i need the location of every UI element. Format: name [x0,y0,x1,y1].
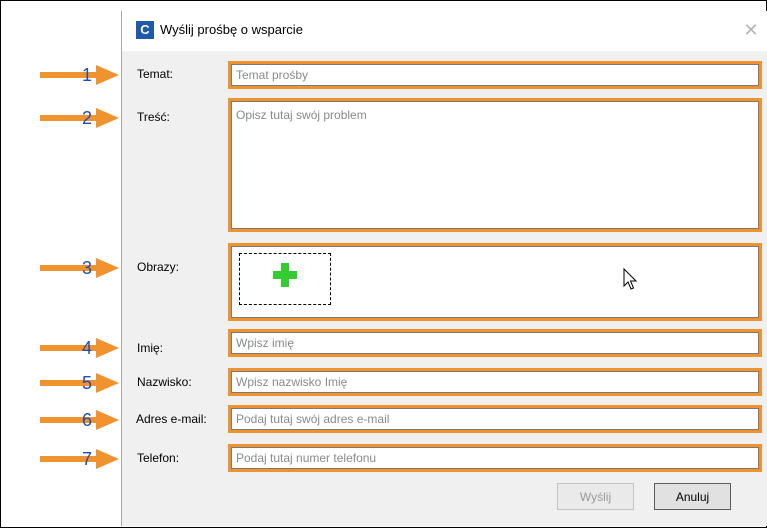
phone-label: Telefon: [137,451,180,465]
callout-number: 6 [81,410,92,430]
callout-number: 5 [81,373,92,393]
callout-arrow-6: 6 [40,408,120,432]
images-area [228,243,762,321]
email-label: Adres e-mail: [136,412,207,426]
mouse-pointer-icon [623,268,638,290]
phone-input[interactable] [232,448,758,468]
support-request-dialog: C Wyślij prośbę o wsparcie ✕ Temat: Treś… [121,11,767,526]
callout-number: 3 [81,258,92,278]
subject-field [228,61,762,89]
callout-arrow-1: 1 [40,63,120,87]
callout-arrow-4: 4 [40,336,120,360]
last-name-input[interactable] [232,372,758,392]
dialog-title: Wyślij prośbę o wsparcie [160,22,303,37]
subject-input[interactable] [232,65,758,85]
callout-arrow-5: 5 [40,371,120,395]
images-label: Obrazy: [137,260,180,274]
close-icon[interactable]: ✕ [738,17,764,43]
plus-icon [273,263,297,287]
callout-arrow-7: 7 [40,447,120,471]
cancel-button[interactable]: Anuluj [654,483,731,510]
callout-arrow-3: 3 [40,256,120,280]
callout-number: 2 [81,108,92,128]
callout-number: 7 [81,449,92,469]
content-textarea[interactable] [232,102,758,228]
first-name-label: Imię: [137,341,164,355]
first-name-input[interactable] [232,333,758,353]
title-bar: C Wyślij prośbę o wsparcie ✕ [122,11,767,51]
subject-label: Temat: [137,67,174,81]
content-label: Treść: [137,110,170,124]
callout-arrow-2: 2 [40,106,120,130]
last-name-field [228,368,762,396]
email-input[interactable] [232,409,758,429]
add-image-button[interactable] [239,253,331,305]
first-name-field [228,329,762,357]
app-logo-icon: C [136,21,154,39]
phone-field [228,444,762,472]
last-name-label: Nazwisko: [137,375,192,389]
callout-number: 1 [81,65,92,85]
email-field [228,405,762,433]
send-button[interactable]: Wyślij [557,483,634,510]
callout-number: 4 [81,338,92,358]
content-field [228,98,762,232]
